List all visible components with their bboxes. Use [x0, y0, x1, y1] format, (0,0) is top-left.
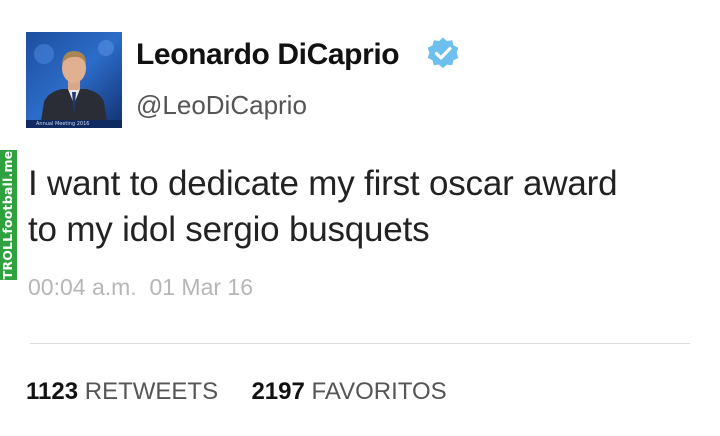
retweets-stat[interactable]: 1123 RETWEETS — [26, 378, 225, 405]
avatar[interactable]: Annual Meeting 2016 — [26, 32, 122, 128]
retweets-count: 1123 — [26, 378, 79, 405]
avatar-caption: Annual Meeting 2016 — [36, 121, 90, 127]
tweet-stats: 1123 RETWEETS 2197 FAVORITOS — [26, 378, 447, 406]
user-handle[interactable]: @LeoDiCaprio — [136, 90, 307, 121]
divider — [30, 343, 690, 344]
tweet-text-line: I want to dedicate my first oscar award — [28, 164, 618, 203]
favorites-label: FAVORITOS — [311, 378, 447, 405]
tweet-text-line: to my idol sergio busquets — [28, 210, 430, 249]
display-name[interactable]: Leonardo DiCaprio — [136, 38, 400, 72]
favorites-count: 2197 — [251, 378, 305, 405]
tweet-timestamp: 00:04 a.m. 01 Mar 16 — [28, 274, 254, 300]
avatar-photo — [26, 32, 122, 128]
tweet-text: I want to dedicate my first oscar award … — [28, 161, 708, 253]
verified-badge-icon — [427, 37, 459, 69]
favorites-stat[interactable]: 2197 FAVORITOS — [251, 378, 446, 405]
tweet-card: TROLLfootball.me Annual Meeting 2016 Leo… — [0, 0, 720, 436]
retweets-label: RETWEETS — [84, 378, 219, 405]
watermark-logo: TROLLfootball.me — [0, 150, 17, 280]
